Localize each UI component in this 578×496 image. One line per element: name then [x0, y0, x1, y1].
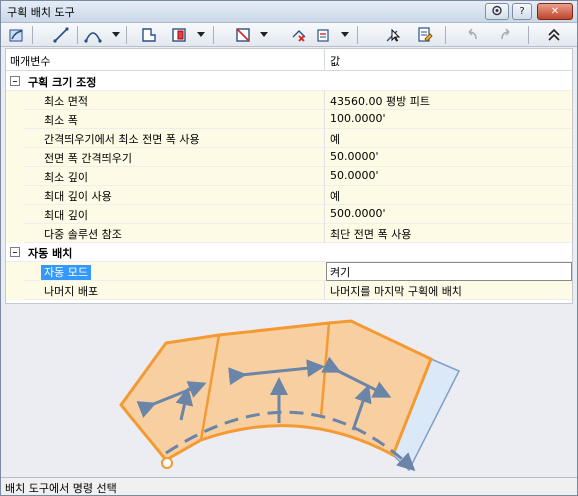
polygon-icon: [142, 28, 156, 42]
delete-icon: [292, 30, 306, 42]
property-value[interactable]: 나머지를 마지막 구획에 배치: [330, 283, 462, 299]
parcel-icon: [172, 28, 186, 42]
help-button[interactable]: ?: [512, 3, 532, 20]
property-row[interactable]: 최소 면적 43560.00 평방 피트: [6, 91, 572, 110]
property-name: 전면 폭 간격띄우기: [44, 152, 132, 165]
frontage-dropdown[interactable]: [260, 32, 268, 37]
category-label: 구획 크기 조정: [28, 76, 97, 89]
property-name: 최소 깊이: [44, 171, 88, 184]
polygon-tool-button[interactable]: [139, 26, 159, 44]
collapse-toggle-icon[interactable]: [10, 247, 20, 257]
layout-tool-icon: [9, 29, 23, 42]
property-row[interactable]: 최대 깊이 사용 예: [6, 186, 572, 205]
property-row[interactable]: 최소 폭 100.0000': [6, 110, 572, 129]
property-row[interactable]: 다중 솔루션 참조 최단 전면 폭 사용: [6, 224, 572, 243]
pin-button[interactable]: [485, 3, 509, 20]
toolbar: [1, 23, 577, 47]
category-parcel-sizing[interactable]: 구획 크기 조정: [6, 72, 572, 91]
property-name: 최대 깊이 사용: [44, 190, 112, 203]
property-value[interactable]: 50.0000': [330, 169, 379, 182]
redo-icon: [501, 28, 510, 40]
grid-header: 매개변수 값: [6, 49, 572, 71]
parcel-layout-tool-window: 구획 배치 도구 ? ✕ 매개변수 값 구획 크기 조정 최소 면적 43560…: [0, 0, 578, 496]
property-value[interactable]: 예: [330, 188, 340, 204]
collapse-toggle-icon[interactable]: [10, 76, 20, 86]
parcel-tool-button[interactable]: [169, 26, 189, 44]
window-title: 구획 배치 도구: [7, 6, 75, 19]
pin-icon: [492, 5, 502, 16]
status-bar: 배치 도구에서 명령 선택: [1, 477, 577, 495]
property-name: 최소 폭: [44, 114, 78, 127]
frontage-icon: [236, 28, 250, 42]
category-automatic-layout[interactable]: 자동 배치: [6, 243, 572, 262]
status-text: 배치 도구에서 명령 선택: [5, 482, 117, 495]
collapse-icon: [548, 28, 560, 41]
arc-icon: [84, 32, 102, 43]
parcel-outline: [119, 319, 433, 462]
undo-button[interactable]: [461, 26, 481, 44]
property-value[interactable]: 43560.00 평방 피트: [330, 93, 430, 109]
property-row[interactable]: 나머지 배포 나머지를 마지막 구획에 배치: [6, 281, 572, 300]
property-value[interactable]: 켜기: [330, 264, 350, 280]
property-name: 최소 면적: [44, 95, 88, 108]
arc-tool-button[interactable]: [83, 26, 103, 44]
delete-tool-button[interactable]: [289, 26, 309, 44]
property-row[interactable]: 최소 깊이 50.0000': [6, 167, 572, 186]
property-name: 간격띄우기에서 최소 전면 폭 사용: [44, 133, 200, 146]
parcel-dropdown[interactable]: [197, 32, 205, 37]
category-label: 자동 배치: [28, 247, 73, 260]
property-row[interactable]: 전면 폭 간격띄우기 50.0000': [6, 148, 572, 167]
collapse-button[interactable]: [544, 26, 564, 44]
property-name: 자동 모드: [41, 264, 91, 280]
property-row[interactable]: 최대 깊이 500.0000': [6, 205, 572, 224]
edit-tool-button[interactable]: [315, 26, 335, 44]
line-tool-button[interactable]: [51, 26, 71, 44]
property-row[interactable]: 간격띄우기에서 최소 전면 폭 사용 예: [6, 129, 572, 148]
property-value[interactable]: 50.0000': [330, 150, 379, 163]
property-name: 나머지 배포: [44, 285, 99, 298]
arc-dropdown[interactable]: [112, 32, 120, 37]
property-value[interactable]: 예: [330, 131, 340, 147]
close-button[interactable]: ✕: [537, 3, 573, 20]
parameter-grid: 매개변수 값 구획 크기 조정 최소 면적 43560.00 평방 피트 최소 폭…: [5, 48, 573, 304]
property-value[interactable]: 100.0000': [330, 112, 386, 125]
title-bar: 구획 배치 도구 ? ✕: [1, 1, 577, 23]
parcel-diagram: [119, 319, 461, 472]
property-value[interactable]: 최단 전면 폭 사용: [330, 226, 411, 242]
properties-tool-button[interactable]: [415, 26, 435, 44]
header-value: 값: [330, 55, 341, 68]
property-name: 최대 깊이: [44, 209, 88, 222]
properties-icon: [418, 27, 433, 42]
header-parameter: 매개변수: [10, 55, 51, 68]
property-row-selected[interactable]: 자동 모드 켜기: [6, 262, 572, 281]
frontage-tool-button[interactable]: [233, 26, 253, 44]
undo-icon: [468, 28, 477, 40]
select-icon: [386, 28, 401, 42]
property-value[interactable]: 500.0000': [330, 207, 386, 220]
layout-preview: [1, 305, 577, 475]
edit-dropdown[interactable]: [341, 32, 349, 37]
value-editor[interactable]: [326, 262, 572, 281]
redo-button[interactable]: [497, 26, 517, 44]
line-icon: [53, 27, 69, 43]
start-point-icon: [161, 457, 173, 469]
select-tool-button[interactable]: [383, 26, 403, 44]
property-name: 다중 솔루션 참조: [44, 228, 122, 241]
layout-tool-button[interactable]: [7, 26, 27, 44]
edit-icon: [317, 29, 329, 42]
